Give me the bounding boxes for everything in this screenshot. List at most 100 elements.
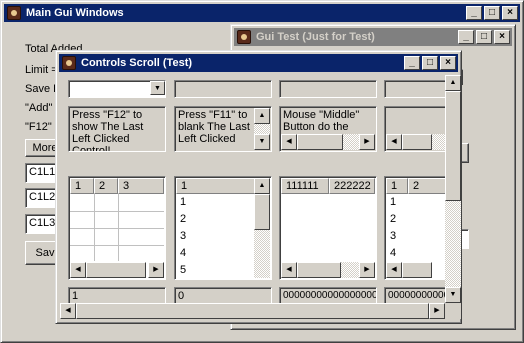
window-vscroll-track[interactable] [445,201,461,287]
add-label: "Add" [25,102,53,114]
listview-4[interactable]: 1 2 1 2 3 4 ◀ [384,176,445,280]
list-item[interactable]: 1 [386,194,396,211]
arrow-right-icon[interactable]: ▶ [429,303,445,319]
list-item[interactable]: 3 [176,228,186,245]
edit-middle-htrack[interactable] [343,134,359,150]
close-icon[interactable]: × [494,30,510,44]
edit-middle-hint[interactable]: Mouse "Middle" Button do the same as "F1… [279,106,377,152]
lv4-hthumb[interactable] [402,262,432,278]
lv1-header-2[interactable]: 2 [94,178,118,194]
edit-f11-hint[interactable]: Press "F11" to blank The Last Left Click… [174,106,272,152]
arrow-up-icon[interactable]: ▲ [254,108,270,124]
window-vscroll-thumb[interactable] [445,91,461,201]
close-icon[interactable]: × [502,6,518,20]
arrow-left-icon[interactable]: ◀ [281,134,297,150]
arrow-right-icon[interactable]: ▶ [359,262,375,278]
main-title-bar[interactable]: Main Gui Windows _ □ × [4,4,520,22]
app-icon [7,6,21,20]
maximize-icon[interactable]: □ [476,30,492,44]
lv3-header-1[interactable]: 111111 [281,178,329,194]
bottom-edit-1[interactable]: 1 2 [68,287,166,303]
arrow-left-icon[interactable]: ◀ [60,303,76,319]
lv1-grid [70,228,164,229]
list-item[interactable]: 4 [176,245,186,262]
lv2-vthumb[interactable] [254,194,270,230]
test-window-title: Gui Test (Just for Test) [256,31,375,43]
bottom-edit-2-text: 0 1 [178,290,185,303]
bottom-edit-4[interactable]: 0000000000000000000 [384,287,445,303]
lv3-hthumb[interactable] [297,262,341,278]
arrow-down-icon[interactable]: ▼ [254,134,270,150]
listview-3[interactable]: 111111 222222 ◀ ▶ [279,176,377,280]
size-grip[interactable] [445,303,461,319]
scroll-client: ▼ Press "F12" to show The Last Left Clic… [60,75,445,303]
bottom-edit-3-text: 0000000000000000000 1 [283,290,376,303]
lv1-grid [70,211,164,212]
lv4-header-1[interactable]: 1 [386,178,408,194]
listview-1[interactable]: 1 2 3 ◀ ▶ [68,176,166,280]
list-item[interactable]: 1 [176,194,186,211]
edit-f11-text: Press "F11" to blank The Last Left Click… [178,109,250,145]
lv1-header-3[interactable]: 3 [118,178,164,194]
input-row1-2[interactable] [174,80,272,98]
minimize-icon[interactable]: _ [404,56,420,70]
lv3-header-2[interactable]: 222222 [329,178,375,194]
edit-f12-hint[interactable]: Press "F12" to show The Last Left Clicke… [68,106,166,152]
list-item[interactable]: 3 [386,228,396,245]
lv4-header-2[interactable]: 2 [408,178,445,194]
bottom-edit-3[interactable]: 0000000000000000000 1 [279,287,377,303]
edit-4-hthumb[interactable] [402,134,432,150]
arrow-down-icon[interactable]: ▼ [445,287,461,303]
combo-box-1[interactable]: ▼ [68,80,166,98]
arrow-right-icon[interactable]: ▶ [148,262,164,278]
bottom-edit-4-text: 0000000000000000000 [388,290,445,301]
app-icon [62,56,76,70]
c1l3-text: C1L3 [29,217,56,229]
app-icon [237,30,251,44]
input-row1-3[interactable] [279,80,377,98]
f12-label: "F12" [25,121,52,133]
c1l2-text: C1L2 [29,191,56,203]
arrow-right-icon[interactable]: ▶ [359,134,375,150]
lv1-grid [70,245,164,246]
maximize-icon[interactable]: □ [422,56,438,70]
edit-4-htrack[interactable] [432,134,445,150]
lv1-hthumb[interactable] [86,262,146,278]
test-title-bar[interactable]: Gui Test (Just for Test) _ □ × [234,28,512,46]
lv2-header-1[interactable]: 1 [176,178,256,194]
arrow-up-icon[interactable]: ▲ [445,75,461,91]
arrow-left-icon[interactable]: ◀ [386,134,402,150]
arrow-left-icon[interactable]: ◀ [70,262,86,278]
edit-4[interactable]: ◀ [384,106,445,152]
lv3-htrack[interactable] [341,262,359,278]
minimize-icon[interactable]: _ [458,30,474,44]
arrow-left-icon[interactable]: ◀ [281,262,297,278]
lv2-vtrack[interactable] [254,230,270,278]
scroll-window: Controls Scroll (Test) _ □ × ▼ Press "F1… [55,50,462,324]
lv1-header-1[interactable]: 1 [70,178,94,194]
chevron-down-icon[interactable]: ▼ [150,81,165,95]
listview-2[interactable]: 1 1 2 3 4 5 ▲ [174,176,272,280]
list-item[interactable]: 4 [386,245,396,262]
limit-label: Limit = [25,64,58,76]
list-item[interactable]: 2 [176,211,186,228]
main-window-title: Main Gui Windows [26,7,124,19]
scroll-title-bar[interactable]: Controls Scroll (Test) _ □ × [59,54,458,72]
list-item[interactable]: 5 [176,262,186,279]
arrow-up-icon[interactable]: ▲ [254,178,270,194]
c1l1-text: C1L1 [29,166,56,178]
close-icon[interactable]: × [440,56,456,70]
edit-f11-vscroll[interactable] [254,124,270,134]
minimize-icon[interactable]: _ [466,6,482,20]
arrow-left-icon[interactable]: ◀ [386,262,402,278]
bottom-edit-1-text: 1 2 [72,290,79,303]
window-hscroll-thumb[interactable] [76,303,429,319]
bottom-edit-2[interactable]: 0 1 [174,287,272,303]
list-item[interactable]: 2 [386,211,396,228]
edit-middle-text: Mouse "Middle" Button do the same as "F1… [283,109,360,135]
maximize-icon[interactable]: □ [484,6,500,20]
edit-f12-text: Press "F12" to show The Last Left Clicke… [72,109,144,151]
input-row1-4[interactable] [384,80,445,98]
edit-middle-hthumb[interactable] [297,134,343,150]
scroll-window-title: Controls Scroll (Test) [81,57,193,69]
